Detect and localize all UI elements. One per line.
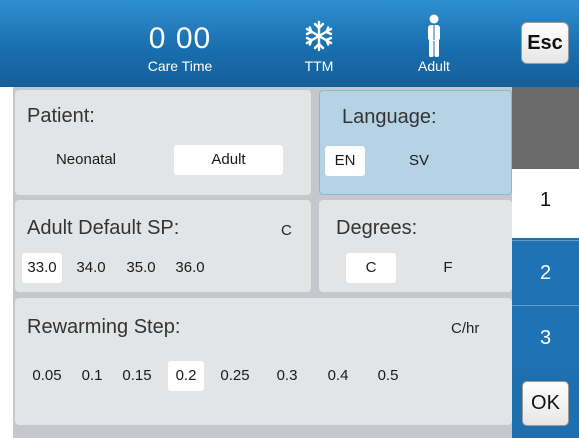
default-sp-panel: Adult Default SP: C 33.0 34.0 35.0 36.0 — [15, 200, 311, 292]
tab-spacer — [512, 87, 579, 169]
care-time-value: 0 00 — [148, 22, 212, 55]
ok-button[interactable]: OK — [522, 381, 569, 426]
patient-panel: Patient: Neonatal Adult — [15, 90, 311, 195]
rewarming-option-0-05[interactable]: 0.05 — [24, 361, 70, 391]
degrees-title: Degrees: — [336, 217, 418, 239]
rewarming-option-0-5[interactable]: 0.5 — [371, 361, 405, 391]
rewarming-panel: Rewarming Step: C/hr 0.05 0.1 0.15 0.2 0… — [15, 298, 512, 425]
settings-content: Patient: Neonatal Adult Language: EN SV … — [13, 87, 512, 438]
patient-option-neonatal[interactable]: Neonatal — [43, 145, 129, 175]
default-sp-unit: C — [281, 222, 292, 239]
rewarming-title: Rewarming Step: — [27, 316, 181, 338]
header-bar: 0 00 Care Time TTM Adult Esc — [0, 0, 579, 87]
degrees-option-f[interactable]: F — [433, 253, 463, 283]
rewarming-option-0-4[interactable]: 0.4 — [321, 361, 355, 391]
default-sp-title: Adult Default SP: — [27, 217, 180, 239]
tab-2[interactable]: 2 — [512, 240, 579, 304]
degrees-option-c[interactable]: C — [346, 253, 396, 283]
care-time-label: Care Time — [147, 58, 213, 74]
ttm-label: TTM — [304, 58, 334, 74]
language-option-sv[interactable]: SV — [399, 146, 439, 176]
sp-option-35[interactable]: 35.0 — [121, 253, 161, 283]
rewarming-option-0-2[interactable]: 0.2 — [168, 361, 204, 391]
language-option-en[interactable]: EN — [325, 146, 365, 176]
sp-option-34[interactable]: 34.0 — [71, 253, 111, 283]
language-panel: Language: EN SV — [319, 90, 512, 195]
rewarming-option-0-25[interactable]: 0.25 — [212, 361, 258, 391]
rewarming-option-0-1[interactable]: 0.1 — [75, 361, 109, 391]
language-title: Language: — [342, 106, 437, 128]
patient-option-adult[interactable]: Adult — [174, 145, 283, 175]
snowflake-icon — [305, 20, 333, 52]
sp-option-36[interactable]: 36.0 — [170, 253, 210, 283]
tab-1[interactable]: 1 — [512, 169, 579, 238]
rewarming-option-0-3[interactable]: 0.3 — [270, 361, 304, 391]
degrees-panel: Degrees: C F — [319, 200, 512, 292]
sp-option-33[interactable]: 33.0 — [22, 253, 62, 283]
rewarming-option-0-15[interactable]: 0.15 — [114, 361, 160, 391]
esc-button[interactable]: Esc — [521, 22, 569, 64]
rewarming-unit: C/hr — [451, 320, 480, 337]
adult-label: Adult — [418, 58, 450, 74]
patient-title: Patient: — [27, 105, 95, 127]
tab-3[interactable]: 3 — [512, 305, 579, 369]
person-icon — [428, 14, 440, 57]
